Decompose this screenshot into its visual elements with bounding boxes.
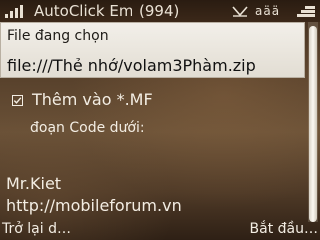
softkey-bar: Trở lại d… Bắt đầu… [0,220,320,240]
add-to-mf-label: Thêm vào *.MF [32,90,153,109]
author-name: Mr.Kiet [6,174,62,193]
scrollbar-thumb[interactable] [309,26,317,222]
network-label: aää [255,4,281,18]
signal-strength-icon [5,5,23,18]
selected-file-path: file:///Thẻ nhớ/volam3Phàm.zip [7,56,256,75]
checkbox-checked-icon[interactable] [12,95,23,106]
battery-icon [297,6,315,17]
app-screen: AutoClick Emb (994) aää File đang chọn f… [0,0,320,240]
start-softkey[interactable]: Bắt đầu… [250,221,318,237]
code-below-label: đoạn Code dưới: [30,120,145,136]
add-to-mf-checkbox[interactable]: Thêm vào *.MF [12,90,262,112]
back-softkey[interactable]: Trở lại d… [2,221,71,237]
app-title: AutoClick Emb [34,2,132,20]
status-bar: AutoClick Emb (994) aää [0,0,320,22]
indicator-icon [232,6,248,17]
selected-file-label: File đang chọn [7,28,109,44]
forum-url: http://mobileforum.vn [6,196,182,215]
message-count: (994) [139,2,180,20]
selected-file-field[interactable]: File đang chọn file:///Thẻ nhớ/volam3Phà… [0,22,305,78]
